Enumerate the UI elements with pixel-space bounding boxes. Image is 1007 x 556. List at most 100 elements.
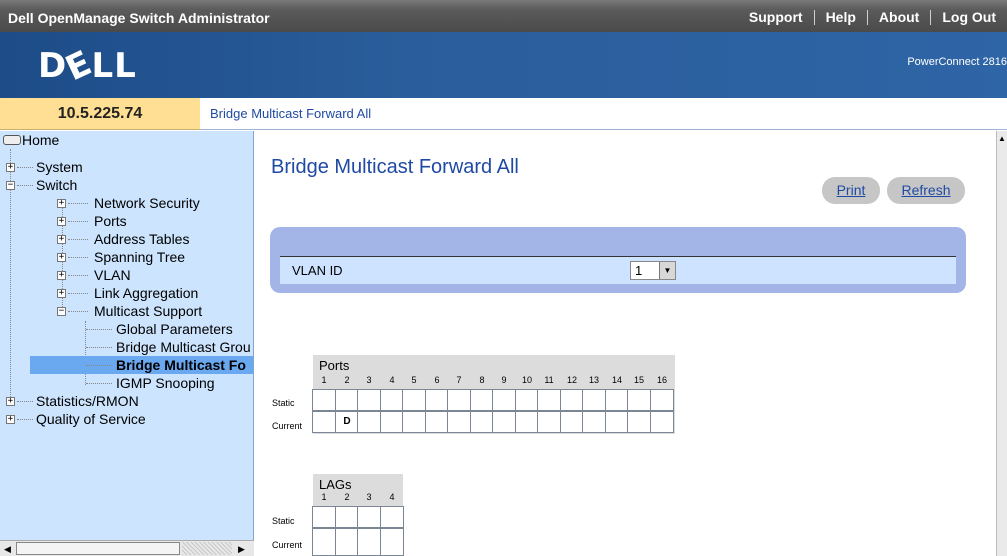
port-static-cell[interactable] <box>380 389 404 411</box>
page-title: Bridge Multicast Forward All <box>271 156 519 178</box>
scroll-right-icon[interactable]: ▶ <box>238 544 245 555</box>
tree-ports[interactable]: + Ports <box>0 212 253 230</box>
scroll-up-icon[interactable]: ▲ <box>998 134 1006 143</box>
tree-multicast-support[interactable]: − Multicast Support <box>0 302 253 320</box>
expand-icon[interactable]: + <box>6 163 15 172</box>
expand-icon[interactable]: + <box>6 397 15 406</box>
port-current-cell <box>402 411 426 433</box>
lags-current-label: Current <box>272 540 303 550</box>
port-current-value: D <box>343 416 351 427</box>
lag-current-cell <box>312 528 336 556</box>
port-static-cell[interactable] <box>470 389 494 411</box>
lags-static-label: Static <box>272 516 295 526</box>
tree-bridge-multicast-group[interactable]: Bridge Multicast Grou <box>0 338 253 356</box>
expand-icon[interactable]: + <box>6 415 15 424</box>
logout-link[interactable]: Log Out <box>930 10 1007 25</box>
ports-static-label: Static <box>272 398 295 408</box>
collapse-icon[interactable]: − <box>6 181 15 190</box>
expand-icon[interactable]: + <box>57 217 66 226</box>
refresh-button[interactable]: Refresh <box>887 177 965 204</box>
tree-network-security[interactable]: + Network Security <box>0 194 253 212</box>
port-current-cell: D <box>335 411 359 433</box>
tree-switch[interactable]: − Switch <box>0 176 253 194</box>
port-column-number: 7 <box>456 375 462 385</box>
tree-home[interactable]: Home <box>0 131 253 149</box>
lag-current-cell <box>357 528 381 556</box>
tree-link-aggregation[interactable]: + Link Aggregation <box>0 284 253 302</box>
chevron-down-icon[interactable]: ▼ <box>659 262 675 279</box>
tree-bridge-multicast-forward-all[interactable]: Bridge Multicast Fo <box>30 356 253 374</box>
scrollbar-thumb[interactable] <box>16 542 180 555</box>
lag-static-cell[interactable] <box>357 506 381 528</box>
port-column-number: 5 <box>411 375 417 385</box>
device-ip: 10.5.225.74 <box>0 98 200 130</box>
port-static-cell[interactable] <box>312 389 336 411</box>
tree-global-parameters[interactable]: Global Parameters <box>0 320 253 338</box>
lag-static-cell[interactable] <box>380 506 404 528</box>
port-current-cell <box>380 411 404 433</box>
port-static-cell[interactable] <box>335 389 359 411</box>
content-vertical-scrollbar[interactable]: ▲ <box>996 131 1007 556</box>
print-button[interactable]: Print <box>822 177 880 204</box>
port-static-cell[interactable] <box>605 389 629 411</box>
port-column-number: 1 <box>321 375 327 385</box>
expand-icon[interactable]: + <box>57 253 66 262</box>
expand-icon[interactable]: + <box>57 199 66 208</box>
port-static-cell[interactable] <box>650 389 674 411</box>
help-link[interactable]: Help <box>813 10 867 25</box>
ports-header: Ports <box>319 358 350 373</box>
port-column-number: 12 <box>566 375 577 385</box>
port-static-cell[interactable] <box>560 389 584 411</box>
tree-system[interactable]: + System <box>0 158 253 176</box>
lag-static-cell[interactable] <box>312 506 336 528</box>
scroll-left-icon[interactable]: ◀ <box>4 544 11 555</box>
port-current-cell <box>605 411 629 433</box>
vlan-id-label: VLAN ID <box>292 263 343 278</box>
port-column-number: 11 <box>544 375 554 385</box>
port-column-number: 16 <box>656 375 667 385</box>
lag-static-cell[interactable] <box>335 506 359 528</box>
vlan-id-select[interactable]: 1 ▼ <box>630 261 676 280</box>
tree-horizontal-scrollbar[interactable]: ◀ ▶ <box>0 540 254 556</box>
port-column-number: 9 <box>501 375 507 385</box>
collapse-icon[interactable]: − <box>57 307 66 316</box>
port-column-number: 13 <box>588 375 599 385</box>
lag-column-number: 4 <box>389 492 395 502</box>
lag-column-number: 2 <box>344 492 350 502</box>
port-static-cell[interactable] <box>515 389 539 411</box>
port-static-cell[interactable] <box>425 389 449 411</box>
vlan-panel: VLAN ID 1 ▼ <box>270 227 966 293</box>
app-title: Dell OpenManage Switch Administrator <box>8 10 270 26</box>
port-column-number: 14 <box>611 375 622 385</box>
port-static-cell[interactable] <box>357 389 381 411</box>
tree-statistics-rmon[interactable]: + Statistics/RMON <box>0 392 253 410</box>
port-static-cell[interactable] <box>402 389 426 411</box>
expand-icon[interactable]: + <box>57 235 66 244</box>
port-static-cell[interactable] <box>447 389 471 411</box>
port-column-number: 2 <box>344 375 350 385</box>
about-link[interactable]: About <box>866 10 930 25</box>
tree-igmp-snooping[interactable]: IGMP Snooping <box>0 374 253 392</box>
port-static-cell[interactable] <box>492 389 516 411</box>
scrollbar-track[interactable] <box>182 542 232 555</box>
lags-header: LAGs <box>319 477 352 492</box>
port-current-cell <box>627 411 651 433</box>
port-column-number: 10 <box>521 375 532 385</box>
tree-address-tables[interactable]: + Address Tables <box>0 230 253 248</box>
tree-quality-of-service[interactable]: + Quality of Service <box>0 410 253 428</box>
tree-vlan[interactable]: + VLAN <box>0 266 253 284</box>
port-current-cell <box>560 411 584 433</box>
port-static-cell[interactable] <box>537 389 561 411</box>
port-current-cell <box>312 411 336 433</box>
tree-spanning-tree[interactable]: + Spanning Tree <box>0 248 253 266</box>
port-current-cell <box>425 411 449 433</box>
port-current-cell <box>357 411 381 433</box>
port-static-cell[interactable] <box>627 389 651 411</box>
expand-icon[interactable]: + <box>57 289 66 298</box>
port-current-cell <box>515 411 539 433</box>
support-link[interactable]: Support <box>738 10 814 25</box>
expand-icon[interactable]: + <box>57 271 66 280</box>
port-static-cell[interactable] <box>582 389 606 411</box>
vlan-row: VLAN ID 1 ▼ <box>280 256 956 284</box>
top-bar: Dell OpenManage Switch Administrator Sup… <box>0 0 1007 32</box>
